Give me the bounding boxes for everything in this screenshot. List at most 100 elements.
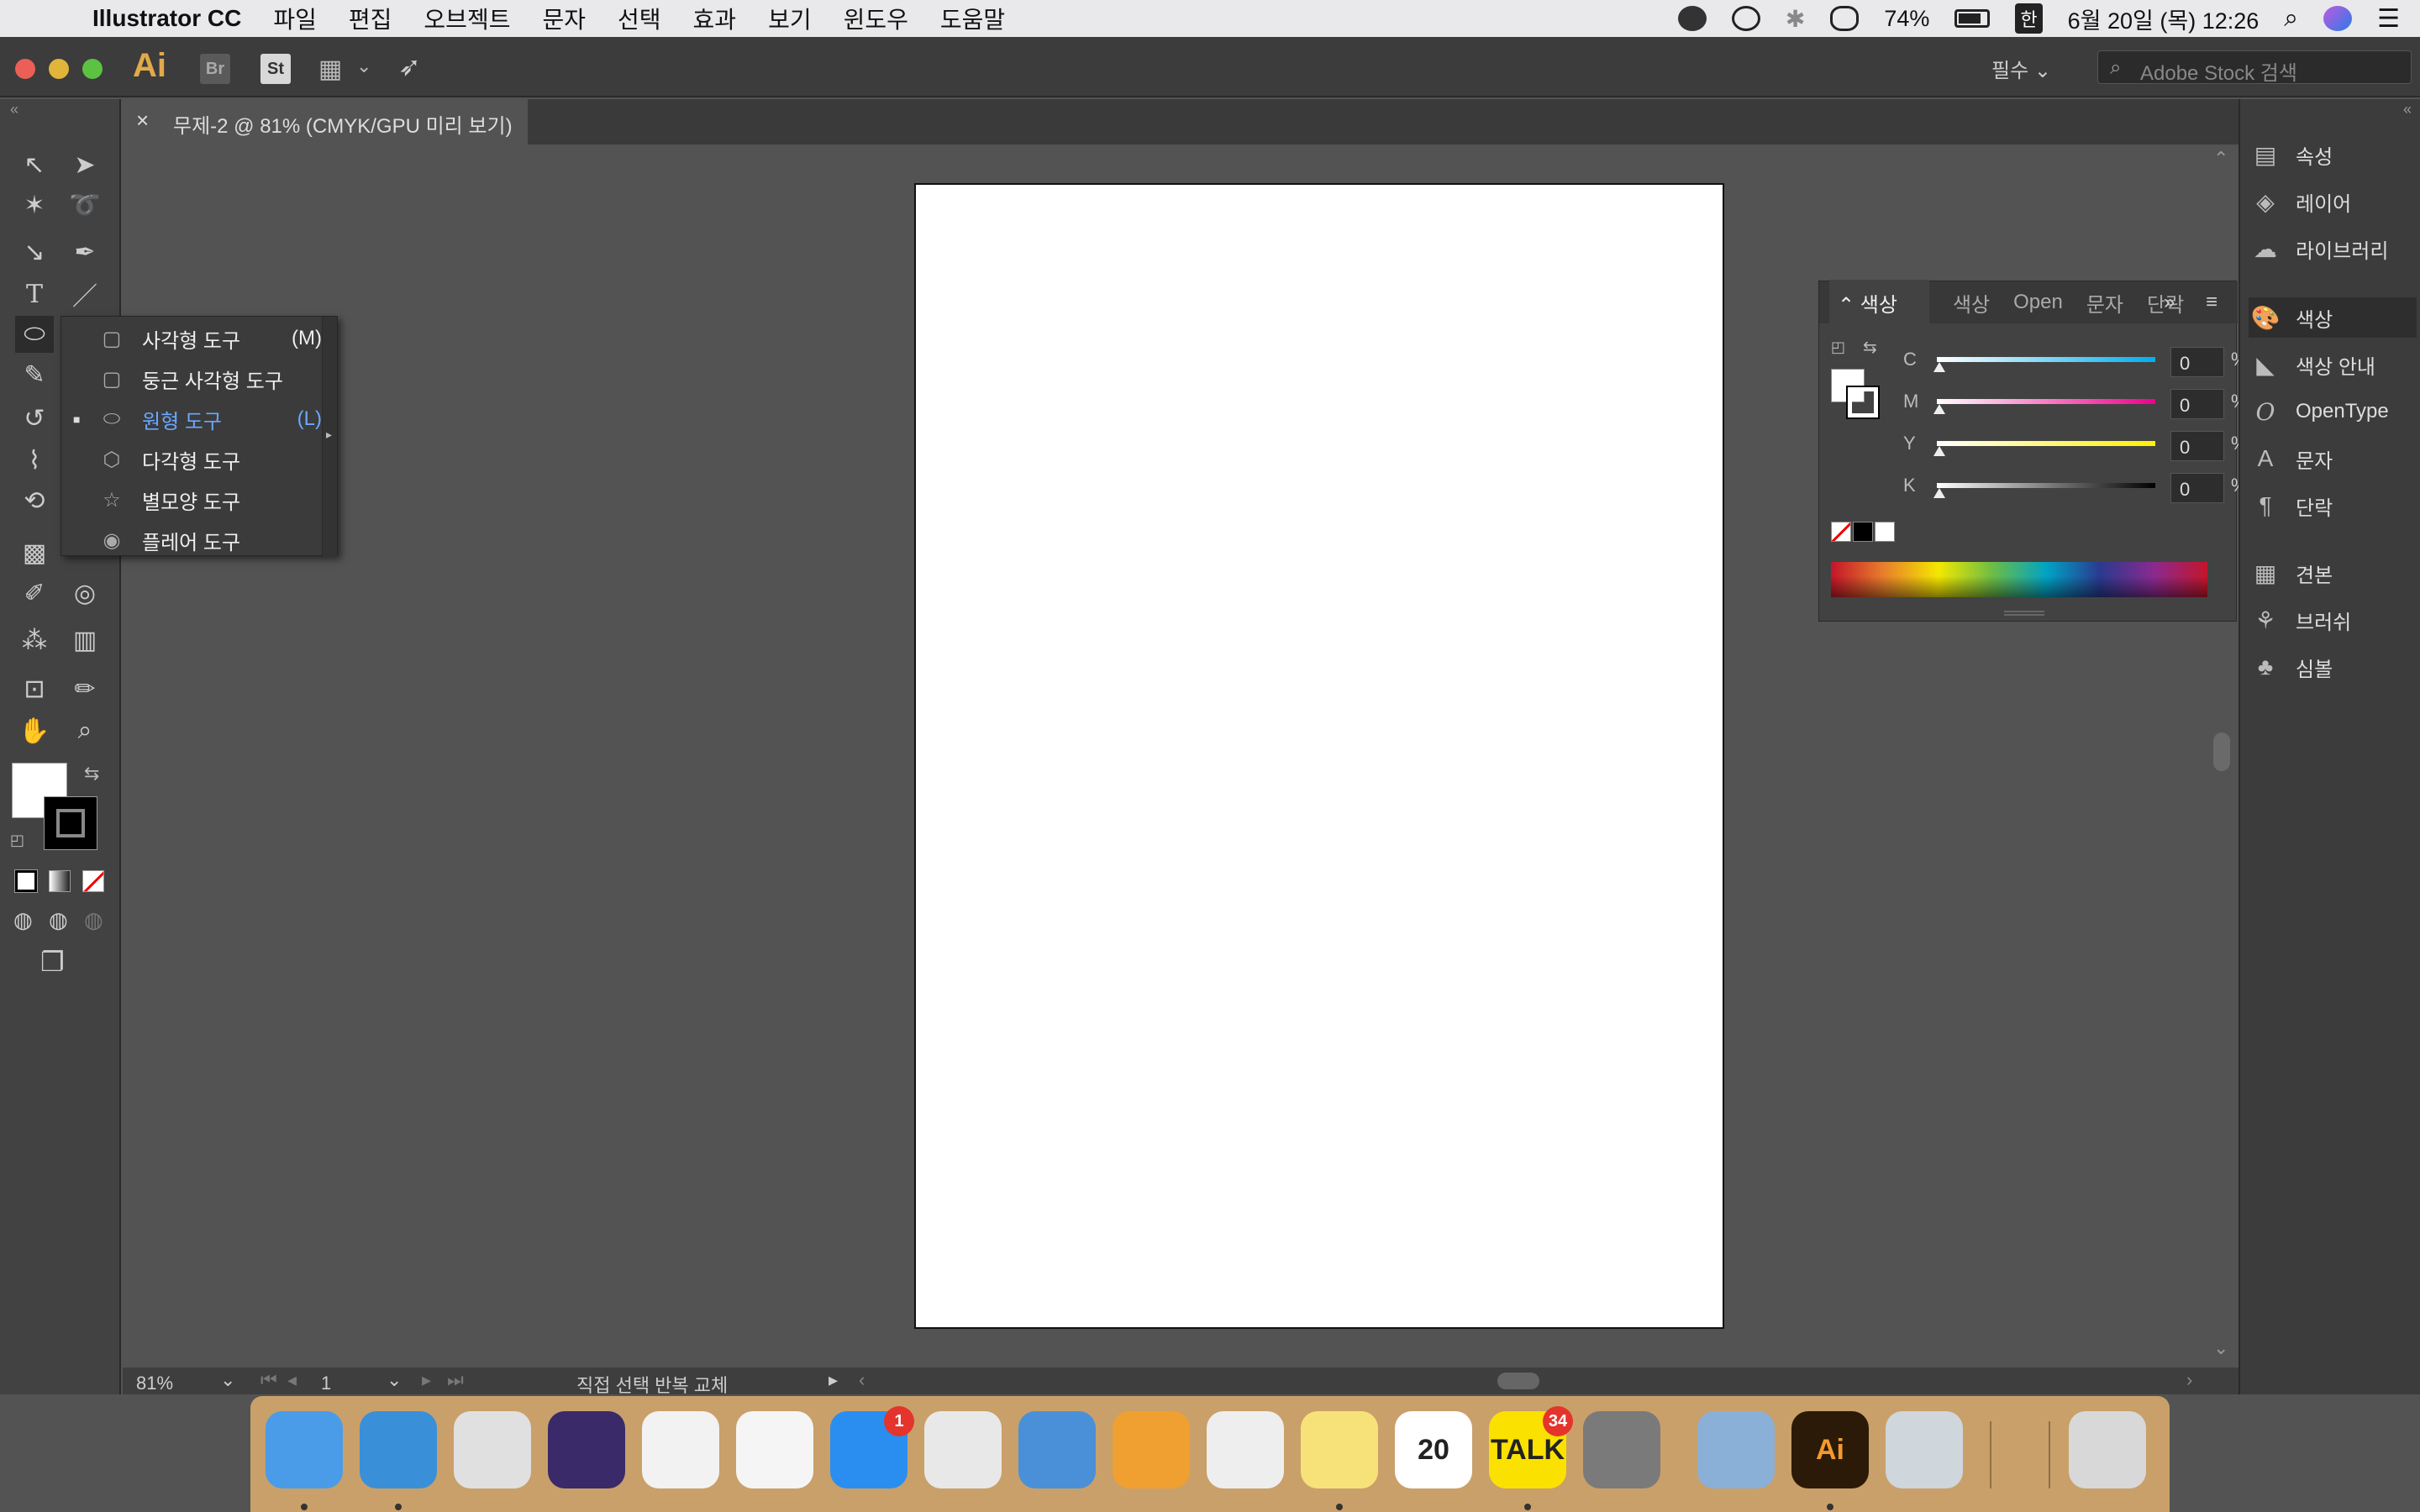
workspace-switcher[interactable]: 필수 ⌄ [1991, 54, 2051, 83]
none-swatch[interactable] [1831, 522, 1851, 542]
preview-icon[interactable] [1697, 1411, 1775, 1488]
eyedropper-tool-icon[interactable]: ✐ [15, 575, 54, 612]
menu-view[interactable]: 보기 [768, 2, 812, 35]
ellipse-tool-icon[interactable]: ⬭ [15, 316, 54, 353]
numbers-icon[interactable] [924, 1411, 1002, 1488]
creative-cloud-icon[interactable] [1731, 6, 1760, 31]
first-artboard-icon[interactable]: ⏮ [260, 1369, 277, 1391]
finder-icon[interactable] [266, 1411, 343, 1488]
menu-file[interactable]: 파일 [273, 2, 317, 35]
dock-item-color-guide[interactable]: ◣ 색상 안내 [2249, 344, 2417, 385]
rectangle-tool-item[interactable]: ▢ 사각형 도구 (M) [61, 318, 322, 359]
minimize-window-button[interactable] [49, 59, 69, 79]
scroll-up-icon[interactable]: ⌃ [2213, 148, 2228, 170]
zoom-window-button[interactable] [82, 59, 103, 79]
notification-center-icon[interactable]: ☰ [2377, 4, 2400, 34]
draw-normal-icon[interactable]: ◍ [13, 907, 33, 933]
spotlight-search-icon[interactable]: ⌕ [2284, 4, 2298, 33]
tearoff-strip[interactable]: ▸ [322, 317, 337, 557]
flare-tool-item[interactable]: ◉ 플레어 도구 [61, 520, 322, 560]
magenta-slider-track[interactable] [1937, 399, 2155, 404]
cyan-value-input[interactable]: 0 [2170, 347, 2224, 377]
color-mode-icon[interactable] [14, 869, 38, 893]
dock-item-layers[interactable]: ◈ 레이어 [2249, 181, 2417, 222]
menu-edit[interactable]: 편집 [349, 2, 392, 35]
tab-opentype[interactable]: Open [2013, 291, 2063, 314]
app-menu[interactable]: Illustrator CC [92, 5, 241, 32]
slice-tool-icon[interactable]: ✏ [66, 670, 104, 707]
dock-item-swatches[interactable]: ▦ 견본 [2249, 553, 2417, 593]
itunes-icon[interactable] [642, 1411, 719, 1488]
zoom-level-field[interactable]: 81% [136, 1373, 173, 1394]
artboard-dropdown-icon[interactable]: ⌄ [387, 1369, 402, 1391]
stroke-swatch[interactable] [44, 796, 97, 850]
screen-mode-icon[interactable]: ❐ [40, 946, 65, 978]
close-document-icon[interactable]: × [136, 108, 149, 134]
siri-icon[interactable] [548, 1411, 625, 1488]
width-tool-icon[interactable]: ⌇ [15, 442, 54, 479]
dock-item-properties[interactable]: ▤ 속성 [2249, 134, 2417, 175]
dock-item-paragraph[interactable]: ¶ 단락 [2249, 486, 2417, 526]
document-tab[interactable]: × 무제-2 @ 81% (CMYK/GPU 미리 보기) [123, 99, 528, 144]
black-value-input[interactable]: 0 [2170, 473, 2224, 503]
artboard-number-field[interactable]: 1 [321, 1373, 331, 1394]
dock-item-opentype[interactable]: O OpenType [2249, 391, 2417, 432]
artboard-tool-icon[interactable]: ⊡ [15, 670, 54, 707]
kakaotalk-status-icon[interactable] [1677, 6, 1707, 31]
bluetooth-icon[interactable]: ✱ [1786, 5, 1805, 33]
tab-color-guide[interactable]: 색상 [1953, 288, 1990, 318]
app-store-icon[interactable]: 1 [830, 1406, 914, 1488]
panel-menu-icon[interactable]: ≡ [2206, 291, 2217, 314]
siri-menubar-icon[interactable] [2323, 6, 2353, 31]
wifi-icon[interactable] [1830, 6, 1860, 31]
paintbrush-tool-icon[interactable]: ✎ [15, 356, 54, 393]
dock-item-color[interactable]: 🎨 색상 [2249, 297, 2417, 338]
photos-icon[interactable] [736, 1411, 813, 1488]
battery-icon[interactable] [1954, 9, 1991, 28]
column-graph-tool-icon[interactable]: ▥ [66, 622, 104, 659]
tab-color[interactable]: ⌃ 색상 [1829, 279, 1929, 326]
mesh-tool-icon[interactable]: ▩ [15, 534, 54, 571]
yellow-value-input[interactable]: 0 [2170, 431, 2224, 461]
safari-icon[interactable] [360, 1411, 437, 1488]
pen-tool-icon[interactable]: ✒ [66, 234, 104, 270]
black-slider-track[interactable] [1937, 483, 2155, 488]
bridge-button[interactable]: Br [200, 54, 230, 84]
curvature-tool-icon[interactable]: ↘ [15, 234, 54, 270]
swap-colors-icon[interactable]: ⇆ [1863, 337, 1877, 358]
menu-type[interactable]: 문자 [542, 2, 586, 35]
system-preferences-icon[interactable] [1583, 1411, 1660, 1488]
ellipse-tool-item[interactable]: ■ ⬭ 원형 도구 (L) [61, 399, 322, 439]
dock-item-brushes[interactable]: ⚘ 브러쉬 [2249, 600, 2417, 640]
menu-window[interactable]: 윈도우 [844, 2, 908, 35]
panel-resize-grip[interactable] [2004, 611, 2044, 616]
script-editor-icon[interactable] [1886, 1411, 1963, 1488]
keynote-icon[interactable] [1018, 1411, 1096, 1488]
magenta-value-input[interactable]: 0 [2170, 389, 2224, 419]
white-swatch[interactable] [1875, 522, 1895, 542]
color-spectrum-bar[interactable] [1831, 562, 2207, 597]
vertical-scroll-thumb[interactable] [2213, 732, 2230, 771]
blend-tool-icon[interactable]: ◎ [66, 575, 104, 612]
swap-fill-stroke-icon[interactable]: ⇆ [84, 763, 99, 785]
menu-object[interactable]: 오브젝트 [424, 2, 510, 35]
draw-inside-icon[interactable]: ◍ [84, 907, 103, 933]
yellow-slider-thumb[interactable] [1933, 446, 1945, 456]
pages-icon[interactable] [1113, 1411, 1190, 1488]
symbol-sprayer-tool-icon[interactable]: ⁂ [15, 622, 54, 659]
zoom-tool-icon[interactable]: ⌕ [66, 712, 104, 749]
default-fill-stroke-icon[interactable]: ◰ [10, 832, 24, 849]
hand-tool-icon[interactable]: ✋ [15, 712, 54, 749]
expand-panel-icon[interactable]: » [2164, 291, 2175, 314]
kakaotalk-icon[interactable]: TALK 34 [1489, 1406, 1573, 1488]
polygon-tool-item[interactable]: ⬡ 다각형 도구 [61, 439, 322, 480]
magic-wand-tool-icon[interactable]: ✶ [15, 186, 54, 223]
last-artboard-icon[interactable]: ⏭ [447, 1369, 464, 1391]
illustrator-icon[interactable]: Ai [1791, 1411, 1869, 1488]
textedit-icon[interactable] [1207, 1411, 1284, 1488]
chevron-down-icon[interactable]: ⌄ [356, 55, 371, 77]
next-artboard-icon[interactable]: ▸ [422, 1369, 431, 1391]
scroll-right-icon[interactable]: › [2186, 1369, 2192, 1391]
menu-effect[interactable]: 효과 [693, 2, 737, 35]
scroll-left-icon[interactable]: ‹ [859, 1369, 865, 1391]
